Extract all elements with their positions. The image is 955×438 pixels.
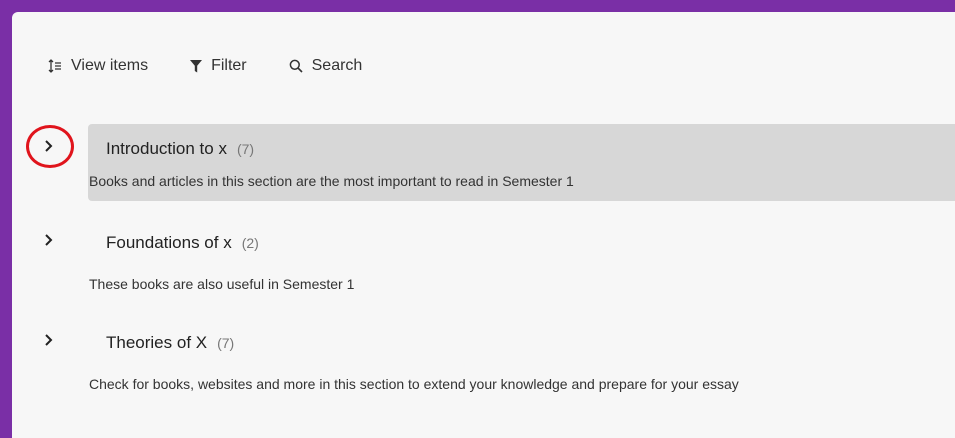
- search-button[interactable]: Search: [289, 57, 363, 75]
- search-label: Search: [311, 57, 363, 74]
- filter-label: Filter: [211, 57, 247, 74]
- search-icon: [289, 59, 303, 73]
- section-title: Introduction to x: [106, 139, 227, 158]
- section-description: These books are also useful in Semester …: [89, 276, 355, 292]
- section-heading[interactable]: Foundations of x (2): [106, 233, 259, 253]
- section-heading[interactable]: Introduction to x (7): [106, 139, 254, 159]
- section-introduction: Introduction to x (7) Books and articles …: [12, 124, 955, 201]
- chevron-right-icon: [44, 233, 54, 252]
- filter-funnel-icon: [190, 59, 203, 73]
- section-count: (2): [241, 235, 259, 251]
- view-items-label: View items: [71, 57, 149, 74]
- sort-list-icon: [48, 59, 62, 73]
- section-count: (7): [236, 141, 255, 157]
- annotation-circle: [26, 125, 74, 168]
- section-foundations: Foundations of x (2) These books are also…: [12, 224, 955, 294]
- view-items-button[interactable]: View items: [48, 57, 148, 75]
- section-count: (7): [217, 335, 235, 351]
- chevron-right-icon: [44, 333, 54, 352]
- section-theories: Theories of X (7) Check for books, websit…: [12, 324, 955, 394]
- reading-list-panel: View items Filter Search Introduction to…: [12, 12, 955, 438]
- filter-button[interactable]: Filter: [190, 57, 247, 75]
- toolbar: View items Filter Search: [48, 54, 404, 78]
- section-heading[interactable]: Theories of X (7): [106, 333, 234, 353]
- section-title: Foundations of x: [106, 233, 232, 252]
- expand-section-button[interactable]: [37, 230, 61, 254]
- section-title: Theories of X: [106, 333, 208, 352]
- section-description: Check for books, websites and more in th…: [89, 376, 739, 392]
- expand-section-button[interactable]: [37, 330, 61, 354]
- section-description: Books and articles in this section are t…: [89, 173, 574, 189]
